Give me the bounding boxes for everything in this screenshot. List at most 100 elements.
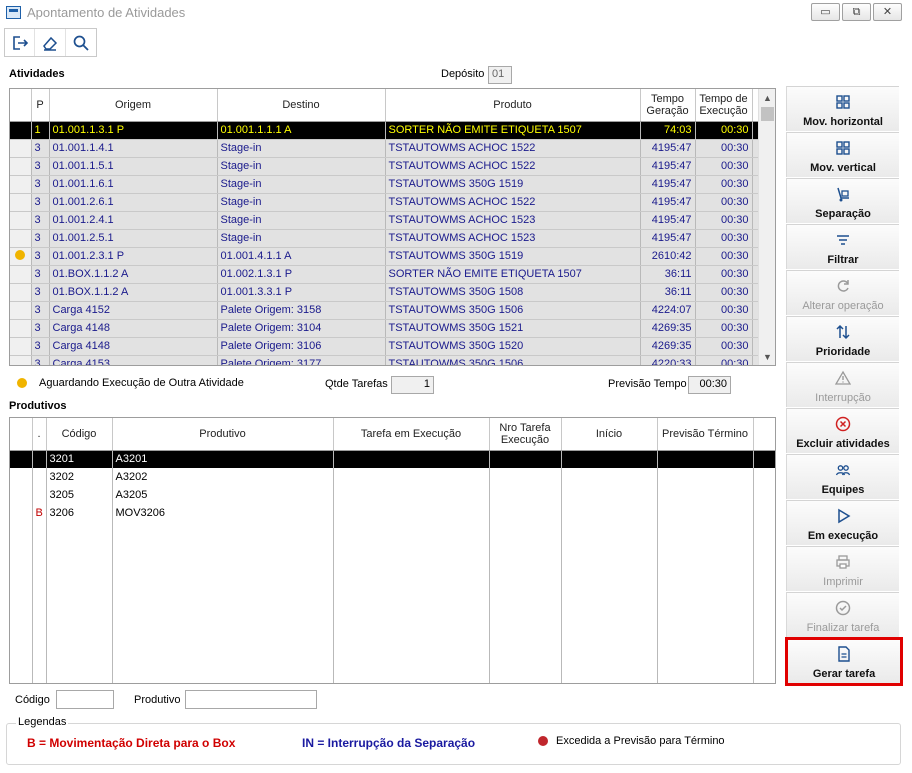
cell-tempo-geracao: 2610:42 — [640, 247, 696, 266]
scroll-down-icon[interactable]: ▼ — [759, 348, 776, 365]
gerar-tarefa-button[interactable]: Gerar tarefa — [785, 637, 903, 686]
play-icon — [835, 508, 851, 524]
activity-row[interactable]: 3 01.001.2.6.1 Stage-in TSTAUTOWMS ACHOC 15… — [10, 193, 760, 212]
activity-row[interactable]: 3 01.001.1.5.1 Stage-in TSTAUTOWMS ACHOC 15… — [10, 157, 760, 176]
cell-tarefa — [333, 450, 490, 469]
activity-row[interactable]: 3 Carga 4152 Palete Origem: 3158 TSTAUTOWMS… — [10, 301, 760, 320]
finalizar-tarefa-button[interactable]: Finalizar tarefa — [786, 592, 899, 637]
equipes-button[interactable]: Equipes — [786, 454, 899, 499]
row-marker — [10, 468, 33, 487]
imprimir-button[interactable]: Imprimir — [786, 546, 899, 591]
previsao-field[interactable]: 00:30 — [688, 376, 731, 394]
cell-previsao — [657, 522, 754, 683]
eraser-button[interactable] — [35, 29, 66, 56]
cell-tempo-geracao: 4195:47 — [640, 175, 696, 194]
cell-destino: 01.001.4.1.1 A — [217, 247, 386, 266]
cell-tempo-execucao: 00:30 — [695, 121, 753, 140]
col-header-produto[interactable]: Produto — [385, 89, 641, 122]
mov-horizontal-button[interactable]: Mov. horizontal — [786, 86, 899, 131]
col-header-inicio[interactable]: Início — [561, 418, 658, 451]
col-header-tarefa-execucao[interactable]: Tarefa em Execução — [333, 418, 490, 451]
cell-destino: Stage-in — [217, 157, 386, 176]
finalizar-tarefa-label: Finalizar tarefa — [806, 622, 880, 634]
row-marker — [10, 157, 32, 176]
restore-button[interactable]: ⧉ — [842, 3, 871, 21]
produtivo-filter-input[interactable] — [185, 690, 317, 709]
col-header-nro-tarefa[interactable]: Nro Tarefa Execução — [489, 418, 562, 451]
cell-produtivo: A3202 — [112, 468, 334, 487]
produtivo-row[interactable]: 3205 A3205 — [10, 486, 775, 505]
cell-nro-tarefa — [489, 504, 562, 523]
em-execucao-button[interactable]: Em execução — [786, 500, 899, 545]
filtrar-button[interactable]: Filtrar — [786, 224, 899, 269]
alterar-operacao-button[interactable]: Alterar operação — [786, 270, 899, 315]
refresh-icon — [835, 278, 851, 294]
col-header-previsao-termino[interactable]: Previsão Término — [657, 418, 754, 451]
cell-tarefa — [333, 486, 490, 505]
produtivo-row[interactable]: B 3206 MOV3206 — [10, 504, 775, 523]
activity-row[interactable]: 3 01.001.1.6.1 Stage-in TSTAUTOWMS 350G 151… — [10, 175, 760, 194]
exit-icon — [12, 35, 28, 50]
scroll-up-icon[interactable]: ▲ — [759, 89, 776, 106]
people-icon — [835, 462, 851, 478]
cell-inicio — [561, 522, 658, 683]
minimize-button[interactable]: ▭ — [811, 3, 840, 21]
activity-row[interactable]: 1 01.001.1.3.1 P 01.001.1.1.1 A SORTER NÃO … — [10, 121, 760, 140]
search-button[interactable] — [66, 29, 96, 56]
cell-nro-tarefa — [489, 486, 562, 505]
row-marker — [10, 121, 32, 140]
cell-origem: 01.001.2.4.1 — [49, 211, 218, 230]
activity-row[interactable]: 3 Carga 4148 Palete Origem: 3104 TSTAUTOWMS… — [10, 319, 760, 338]
cell-origem: 01.001.1.6.1 — [49, 175, 218, 194]
cell-tempo-execucao: 00:30 — [695, 247, 753, 266]
em-execucao-label: Em execução — [807, 530, 879, 542]
mov-vertical-label: Mov. vertical — [810, 162, 876, 174]
cell-origem: 01.BOX.1.1.2 A — [49, 265, 218, 284]
excluir-atividades-button[interactable]: Excluir atividades — [786, 408, 899, 453]
cell-p: 3 — [31, 337, 50, 356]
col-header-destino[interactable]: Destino — [217, 89, 386, 122]
qtde-field[interactable]: 1 — [391, 376, 434, 394]
filtrar-label: Filtrar — [827, 254, 859, 266]
activity-row[interactable]: 3 01.001.1.4.1 Stage-in TSTAUTOWMS ACHOC 15… — [10, 139, 760, 158]
col-header-produtivo[interactable]: Produtivo — [112, 418, 334, 451]
search-icon — [73, 35, 89, 51]
interrupcao-button[interactable]: Interrupção — [786, 362, 899, 407]
separacao-button[interactable]: Separação — [786, 178, 899, 223]
cell-flag — [32, 522, 47, 683]
activity-row[interactable]: 3 01.BOX.1.1.2 A 01.001.3.3.1 P TSTAUTOWMS … — [10, 283, 760, 302]
cell-p: 3 — [31, 319, 50, 338]
cell-destino: 01.001.3.3.1 P — [217, 283, 386, 302]
codigo-filter-input[interactable] — [56, 690, 114, 709]
deposito-field[interactable]: 01 — [488, 66, 512, 84]
col-header-p[interactable]: P — [31, 89, 50, 122]
produtivo-row[interactable]: 3201 A3201 — [10, 450, 775, 469]
deposito-label: Depósito — [441, 68, 485, 80]
exit-button[interactable] — [5, 29, 36, 56]
scroll-thumb[interactable] — [761, 107, 774, 121]
cell-p: 3 — [31, 301, 50, 320]
close-icon: ✕ — [882, 5, 893, 18]
mov-vertical-button[interactable]: Mov. vertical — [786, 132, 899, 177]
cell-origem: Carga 4152 — [49, 301, 218, 320]
cell-destino: Palete Origem: 3158 — [217, 301, 386, 320]
col-header-flag[interactable]: . — [32, 418, 47, 451]
gerar-tarefa-label: Gerar tarefa — [812, 668, 876, 680]
cell-produto: TSTAUTOWMS 350G 1508 — [385, 283, 641, 302]
activity-row[interactable]: 3 Carga 4148 Palete Origem: 3106 TSTAUTOWMS… — [10, 337, 760, 356]
produtivo-row[interactable]: 3202 A3202 — [10, 468, 775, 487]
cell-origem: 01.001.2.3.1 P — [49, 247, 218, 266]
activity-row[interactable]: 3 Carga 4153 Palete Origem: 3177 TSTAUTOWMS… — [10, 355, 760, 365]
filter-icon — [835, 232, 851, 248]
activity-row[interactable]: 3 01.001.2.3.1 P 01.001.4.1.1 A TSTAUTOWMS … — [10, 247, 760, 266]
activity-row[interactable]: 3 01.BOX.1.1.2 A 01.002.1.3.1 P SORTER NÃO … — [10, 265, 760, 284]
col-header-codigo[interactable]: Código — [46, 418, 113, 451]
activity-row[interactable]: 3 01.001.2.5.1 Stage-in TSTAUTOWMS ACHOC 15… — [10, 229, 760, 248]
atividades-scrollbar[interactable]: ▲ ▼ — [758, 89, 775, 365]
col-header-tempo-execucao[interactable]: Tempo de Execução — [695, 89, 753, 122]
prioridade-button[interactable]: Prioridade — [786, 316, 899, 361]
col-header-origem[interactable]: Origem — [49, 89, 218, 122]
col-header-tempo-geracao[interactable]: Tempo Geração — [640, 89, 696, 122]
activity-row[interactable]: 3 01.001.2.4.1 Stage-in TSTAUTOWMS ACHOC 15… — [10, 211, 760, 230]
close-button[interactable]: ✕ — [873, 3, 902, 21]
